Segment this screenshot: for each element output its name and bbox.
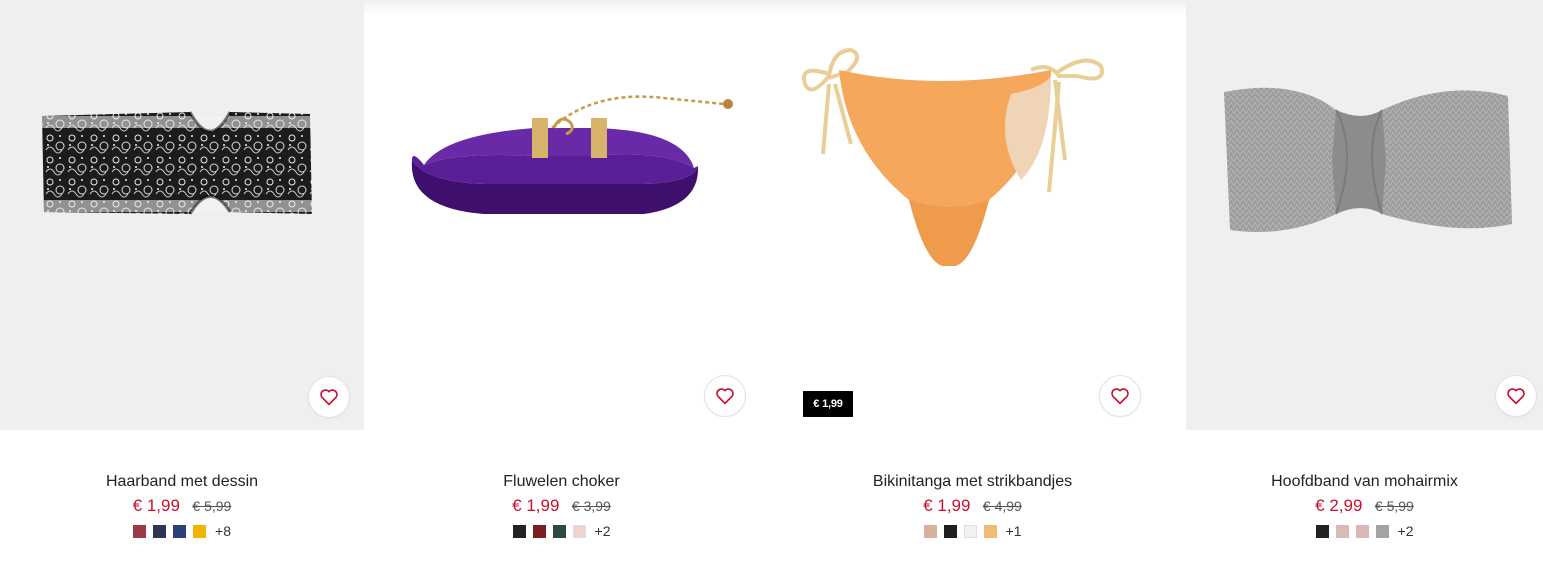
color-swatch-grey[interactable]	[1375, 524, 1389, 538]
color-swatches: +2	[364, 523, 759, 539]
color-swatch-black[interactable]	[943, 524, 957, 538]
product-image-velvet-choker[interactable]	[364, 0, 759, 430]
color-swatch-yellow[interactable]	[193, 524, 207, 538]
sale-price: € 1,99	[132, 496, 180, 515]
color-swatch-white[interactable]	[963, 524, 977, 538]
original-price: € 4,99	[982, 498, 1022, 514]
color-swatches: +2	[1186, 523, 1543, 539]
product-title[interactable]: Fluwelen choker	[364, 472, 759, 492]
sale-price: € 1,99	[923, 496, 971, 515]
sale-price: € 1,99	[512, 496, 560, 515]
original-price: € 3,99	[571, 498, 611, 514]
color-swatch-beige-pink[interactable]	[923, 524, 937, 538]
product-card-bikini[interactable]: € 1,99 Bikinitanga met strikbandjes € 1,…	[759, 0, 1186, 567]
color-swatches: +8	[0, 523, 364, 539]
product-title[interactable]: Bikinitanga met strikbandjes	[759, 472, 1186, 492]
more-colors[interactable]: +8	[215, 523, 231, 539]
original-price: € 5,99	[1374, 498, 1414, 514]
product-title[interactable]: Hoofdband van mohairmix	[1186, 472, 1543, 492]
color-swatch-dark-green[interactable]	[552, 524, 566, 538]
product-card-choker[interactable]: Fluwelen choker € 1,99 € 3,99 +2	[364, 0, 759, 567]
price-row: € 1,99 € 5,99	[0, 496, 364, 517]
sale-price: € 2,99	[1315, 496, 1363, 515]
top-shadow	[0, 0, 1543, 14]
color-swatch-black[interactable]	[1315, 524, 1329, 538]
color-swatch-navy[interactable]	[153, 524, 167, 538]
product-image-area[interactable]: € 1,99	[759, 0, 1186, 430]
color-swatch-beige[interactable]	[1335, 524, 1349, 538]
color-swatch-blue[interactable]	[173, 524, 187, 538]
price-row: € 1,99 € 4,99	[759, 496, 1186, 517]
favorite-button[interactable]	[704, 375, 746, 417]
product-image-bandana-headband[interactable]	[0, 0, 364, 430]
product-image-mohair-headband[interactable]	[1186, 0, 1543, 430]
color-swatch-pink[interactable]	[1355, 524, 1369, 538]
product-info: Haarband met dessin € 1,99 € 5,99 +8	[0, 472, 364, 539]
more-colors[interactable]: +2	[1398, 523, 1414, 539]
product-info: Fluwelen choker € 1,99 € 3,99 +2	[364, 472, 759, 539]
product-info: Bikinitanga met strikbandjes € 1,99 € 4,…	[759, 472, 1186, 539]
product-title[interactable]: Haarband met dessin	[0, 472, 364, 492]
product-image-area[interactable]	[0, 0, 364, 430]
price-row: € 1,99 € 3,99	[364, 496, 759, 517]
favorite-button[interactable]	[1495, 375, 1537, 417]
color-swatch-red[interactable]	[133, 524, 147, 538]
product-grid: Haarband met dessin € 1,99 € 5,99 +8 Flu…	[0, 0, 1543, 567]
heart-icon	[1507, 388, 1525, 405]
favorite-button[interactable]	[1099, 375, 1141, 417]
color-swatch-burgundy[interactable]	[532, 524, 546, 538]
more-colors[interactable]: +1	[1006, 523, 1022, 539]
color-swatches: +1	[759, 523, 1186, 539]
product-card-hoofdband[interactable]: Hoofdband van mohairmix € 2,99 € 5,99 +2	[1186, 0, 1543, 567]
color-swatch-orange[interactable]	[983, 524, 997, 538]
original-price: € 5,99	[192, 498, 232, 514]
product-card-haarband[interactable]: Haarband met dessin € 1,99 € 5,99 +8	[0, 0, 364, 567]
favorite-button[interactable]	[308, 376, 350, 418]
product-image-area[interactable]	[364, 0, 759, 430]
heart-icon	[716, 388, 734, 405]
color-swatch-black[interactable]	[512, 524, 526, 538]
price-badge: € 1,99	[803, 391, 853, 417]
heart-icon	[1111, 388, 1129, 405]
more-colors[interactable]: +2	[595, 523, 611, 539]
color-swatch-light-pink[interactable]	[572, 524, 586, 538]
price-row: € 2,99 € 5,99	[1186, 496, 1543, 517]
product-info: Hoofdband van mohairmix € 2,99 € 5,99 +2	[1186, 472, 1543, 539]
product-image-area[interactable]	[1186, 0, 1543, 430]
heart-icon	[320, 389, 338, 406]
product-image-bikini-bottom[interactable]	[759, 0, 1186, 430]
